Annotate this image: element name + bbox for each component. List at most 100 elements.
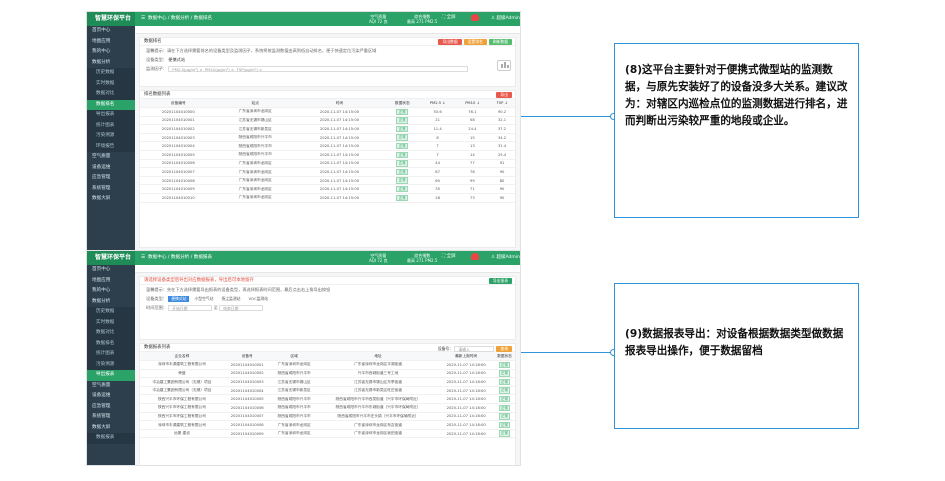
- sidebar-item[interactable]: 数据对比: [87, 328, 135, 339]
- table-row[interactable]: 20201104010007 广东省深圳市龙岗区 2020-11-07 14:15:…: [140, 167, 515, 177]
- sidebar-item[interactable]: 历史数据: [87, 307, 135, 318]
- fullscreen-button[interactable]: ⛶ 全屏: [442, 14, 456, 20]
- table-cell: 正常: [385, 150, 420, 160]
- sidebar-item[interactable]: 污染溯源: [87, 359, 135, 370]
- table-row[interactable]: 20201104010009 广东省深圳市龙岗区 2020-11-07 14:15:…: [140, 184, 515, 195]
- table-row[interactable]: 20201104010002 江苏省无锡市新吴区 2020-11-07 14:15:…: [140, 124, 515, 134]
- table-row[interactable]: 20201104010005 陕西省咸阳市兴平市 2020-11-07 14:15:…: [140, 150, 515, 160]
- table-cell: 正常: [494, 420, 515, 430]
- sidebar-item[interactable]: 数据大屏: [87, 194, 135, 205]
- sidebar-item[interactable]: 数据排名: [87, 99, 135, 110]
- sidebar: 首页中心 地图应用 我的中心 数据分析 历史数据 实时数据 数据对比 数据排名 统计图表 污染溯源…: [87, 265, 135, 465]
- sidebar-item[interactable]: 空气质量: [87, 381, 135, 392]
- column-header[interactable]: 区域: [270, 352, 318, 362]
- column-header[interactable]: 企业名称: [140, 352, 224, 362]
- table-cell: 32.1: [489, 116, 515, 126]
- table-cell: 广东省深圳市龙岗区: [270, 429, 318, 439]
- device-type-value[interactable]: 便携式站: [168, 57, 185, 62]
- sidebar-item[interactable]: 实时数据: [87, 317, 135, 328]
- factor-select[interactable]: PM2.5(μg/m³) × PM10(μg/m³) × TSP(μg/m³) …: [168, 66, 469, 72]
- table-cell: 荣盛: [140, 369, 224, 379]
- sidebar-item[interactable]: 我的中心: [87, 47, 135, 58]
- column-header[interactable]: 设备编号: [140, 99, 217, 109]
- column-header[interactable]: 数据状态: [385, 99, 420, 109]
- table-cell: 8: [419, 133, 456, 143]
- table-cell: 78: [455, 167, 490, 177]
- table-row[interactable]: 中冶建工集团有限公司（无锡）项目 20201104010003 江苏省无锡市锡山区江…: [140, 377, 515, 387]
- status-badge: 正常: [396, 108, 409, 116]
- table-row[interactable]: 20201104010003 陕西省咸阳市兴平市 2020-11-07 14:15:…: [140, 133, 515, 143]
- export-report-button[interactable]: 导出报表: [488, 278, 512, 284]
- export-button[interactable]: 导出: [496, 92, 512, 98]
- sidebar-item[interactable]: 首页中心: [87, 265, 135, 276]
- sidebar-item[interactable]: 数据大屏: [87, 423, 135, 434]
- table-row[interactable]: 中冶建工集团有限公司（无锡）项目 20201104010004 江苏省无锡市新吴区江…: [140, 386, 515, 396]
- sidebar-item[interactable]: 导出报表: [87, 110, 135, 121]
- table-row[interactable]: 陕西兴平市环保工程有限公司 20201104010005 陕西省咸阳市兴平市 陕西省咸…: [140, 394, 515, 405]
- sidebar-item[interactable]: 历史数据: [87, 68, 135, 79]
- sidebar-item[interactable]: 应急管理: [87, 402, 135, 413]
- sidebar-item[interactable]: 设备运维: [87, 391, 135, 402]
- table-cell: 13: [455, 141, 490, 152]
- sidebar-item[interactable]: 数据分析: [87, 297, 135, 308]
- sidebar-item[interactable]: 统计图表: [87, 349, 135, 360]
- device-type-chip[interactable]: 小型空气站: [191, 296, 217, 302]
- end-date-input[interactable]: 结束日期: [219, 305, 264, 311]
- column-header[interactable]: 时间: [293, 99, 386, 109]
- table-row[interactable]: 20201104010010 广东省深圳市龙岗区 2020-11-07 14:15:…: [140, 193, 515, 203]
- sidebar-item[interactable]: 地图应用: [87, 37, 135, 48]
- table-cell: 14: [455, 150, 490, 160]
- table-row[interactable]: 深圳市丰源建筑工程有限公司 20201104010001 广东省深圳市龙岗区 广东省深…: [140, 360, 515, 370]
- column-header[interactable]: 站点: [216, 99, 294, 109]
- table-row[interactable]: 荣盛 20201104010002 陕西省咸阳市兴平市 兴平市西城街道三号工地 2020…: [140, 369, 515, 379]
- sidebar-item[interactable]: 系统管理: [87, 184, 135, 195]
- bar-chart-icon[interactable]: [497, 60, 511, 71]
- sidebar-item[interactable]: 空气质量: [87, 152, 135, 163]
- table-row[interactable]: 深圳市丰源建筑工程有限公司 20201104010008 广东省深圳市龙岗区 广东省深…: [140, 420, 515, 430]
- sidebar-item[interactable]: 数据排名: [87, 338, 135, 349]
- bell-icon[interactable]: [471, 253, 479, 260]
- sidebar-item[interactable]: 环境报告: [87, 141, 135, 152]
- table-cell: 20201104010008: [140, 176, 217, 186]
- fullscreen-button[interactable]: ⛶ 全屏: [442, 253, 456, 259]
- sidebar-item[interactable]: 导出报表: [87, 370, 135, 381]
- bell-icon[interactable]: [471, 14, 479, 21]
- sidebar-item[interactable]: 设备运维: [87, 163, 135, 174]
- sidebar-item[interactable]: 系统管理: [87, 412, 135, 423]
- table-row[interactable]: 陕西兴平市环保工程有限公司 20201104010007 陕西省咸阳市兴平市 陕西省咸…: [140, 412, 515, 422]
- column-header[interactable]: 设备号: [223, 352, 271, 362]
- table-row[interactable]: 20201104010004 陕西省咸阳市兴平市 2020-11-07 14:15:…: [140, 141, 515, 152]
- sidebar-item[interactable]: 数据报表: [87, 433, 135, 444]
- user-menu[interactable]: ♙ 超级Admin: [491, 254, 520, 260]
- sidebar-item[interactable]: 数据分析: [87, 58, 135, 69]
- table-cell: 37.2: [489, 124, 515, 134]
- export-data-button[interactable]: 导出数据: [438, 39, 462, 45]
- device-type-chip[interactable]: 扬尘监测站: [218, 296, 244, 302]
- start-date-input[interactable]: 开始日期: [168, 305, 213, 311]
- refresh-button[interactable]: 刷新数据: [488, 39, 512, 45]
- table-row[interactable]: 远景 建设 20201104010009 广东省深圳市龙岗区 广东省深圳市龙岗区坂田街…: [140, 429, 515, 439]
- sidebar-item[interactable]: 污染溯源: [87, 131, 135, 142]
- sidebar-item[interactable]: 首页中心: [87, 26, 135, 37]
- user-menu[interactable]: ♙ 超级Admin: [491, 15, 520, 21]
- device-type-chip[interactable]: VOC监测站: [245, 296, 272, 302]
- sidebar-item[interactable]: 统计图表: [87, 120, 135, 131]
- table-row[interactable]: 20201104010008 广东省深圳市龙岗区 2020-11-07 14:15:…: [140, 176, 515, 186]
- sidebar-item[interactable]: 应急管理: [87, 173, 135, 184]
- table-row[interactable]: 陕西兴平市环保工程有限公司 20201104010006 陕西省咸阳市兴平市 陕西省咸…: [140, 403, 515, 413]
- column-header[interactable]: 地址: [317, 352, 439, 362]
- table-row[interactable]: 20201104010006 广东省深圳市龙岗区 2020-11-07 14:15:…: [140, 159, 515, 169]
- sidebar-item[interactable]: 地图应用: [87, 276, 135, 287]
- table-row[interactable]: 20201104010001 江苏省无锡市锡山区 2020-11-07 14:15:…: [140, 116, 515, 126]
- set-ranking-button[interactable]: 设置排名: [463, 39, 487, 45]
- table-row[interactable]: 20201104010000 广东省深圳市龙岗区 2020-11-07 14:15:…: [140, 107, 515, 117]
- search-button[interactable]: 查询: [496, 346, 512, 352]
- search-input[interactable]: 请输入: [454, 345, 495, 352]
- column-header[interactable]: TSP ↓: [489, 99, 515, 109]
- column-header[interactable]: PM10 ↓: [455, 99, 490, 109]
- column-header[interactable]: PM2.5 ↓: [419, 99, 456, 109]
- sidebar-item[interactable]: 我的中心: [87, 286, 135, 297]
- sidebar-item[interactable]: 数据对比: [87, 89, 135, 100]
- device-type-chip[interactable]: 便携式站: [168, 296, 190, 302]
- sidebar-item[interactable]: 实时数据: [87, 78, 135, 89]
